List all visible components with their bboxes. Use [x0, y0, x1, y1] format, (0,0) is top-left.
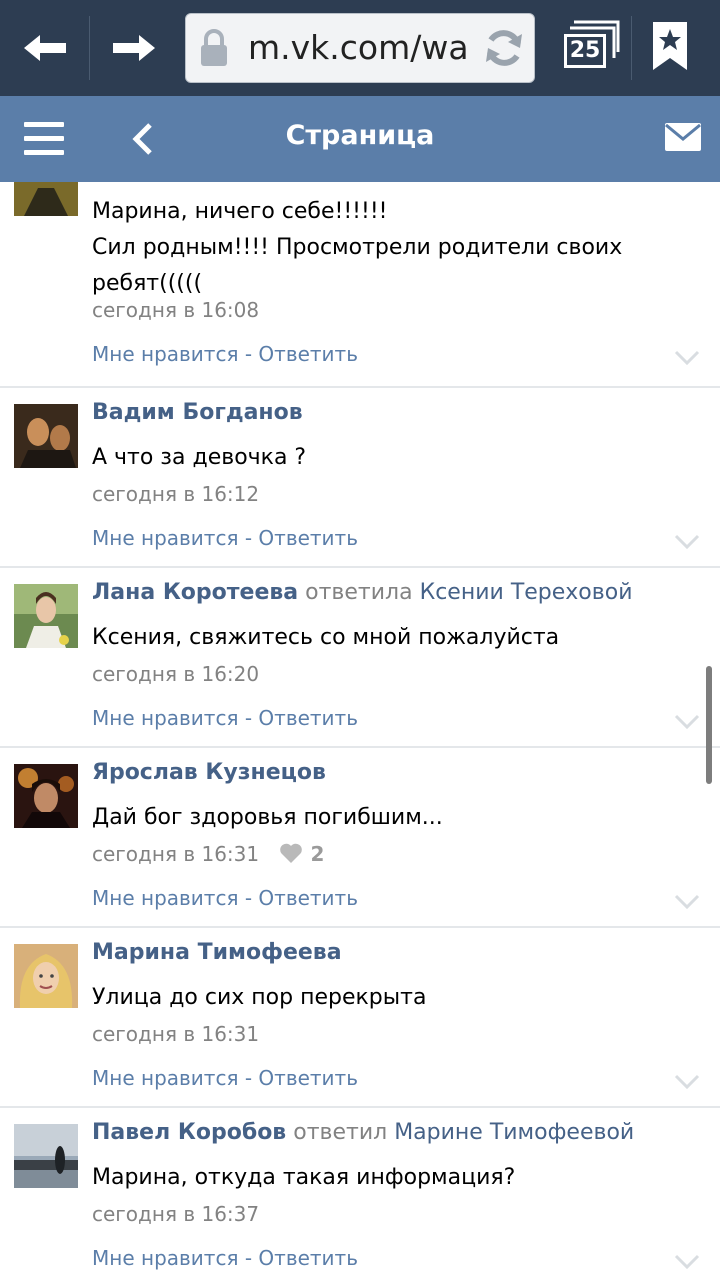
comment-author-line: Павел Коробов ответил Марине Тимофеевой — [92, 1120, 634, 1145]
refresh-icon[interactable] — [482, 26, 526, 70]
comment-text: Дай бог здоровья погибшим... — [92, 805, 443, 830]
avatar[interactable] — [14, 944, 78, 1008]
author-link[interactable]: Павел Коробов — [92, 1120, 286, 1145]
comment-text: А что за девочка ? — [92, 445, 307, 470]
comment-text: Марина, откуда такая информация? — [92, 1165, 516, 1190]
comment-time: сегодня в 16:12 — [92, 482, 260, 506]
author-link[interactable]: Ярослав Кузнецов — [92, 760, 326, 785]
comment-time: сегодня в 16:20 — [92, 662, 260, 686]
avatar[interactable] — [14, 584, 78, 648]
reply-word: ответила — [305, 580, 413, 605]
like-link[interactable]: Мне нравится — [92, 706, 238, 730]
chevron-down-icon[interactable] — [674, 350, 700, 366]
comment-text: Улица до сих пор перекрыта — [92, 985, 427, 1010]
comment-actions: Мне нравится - Ответить — [92, 706, 358, 730]
url-text: m.vk.com/wa — [248, 28, 469, 67]
like-link[interactable]: Мне нравится — [92, 1246, 238, 1270]
scrollbar[interactable] — [706, 666, 712, 784]
comment-author-line: Ярослав Кузнецов — [92, 760, 326, 785]
comments-list: Марина, ничего себе!!!!!! Сил родным!!!!… — [0, 182, 720, 1280]
likes-counter[interactable]: 2 — [279, 842, 324, 866]
like-link[interactable]: Мне нравится — [92, 1066, 238, 1090]
browser-forward-button[interactable] — [104, 18, 164, 78]
comment-item: Лана Коротеева ответила Ксении Тереховой… — [0, 568, 720, 748]
action-separator: - — [238, 1066, 259, 1090]
browser-toolbar: m.vk.com/wa 25 — [0, 0, 720, 97]
action-separator: - — [238, 342, 259, 366]
comment-time: сегодня в 16:37 — [92, 1202, 260, 1226]
likes-count: 2 — [310, 842, 325, 866]
avatar[interactable] — [14, 764, 78, 828]
address-bar[interactable]: m.vk.com/wa — [185, 13, 535, 83]
chevron-down-icon[interactable] — [674, 1074, 700, 1090]
author-link[interactable]: Вадим Богданов — [92, 400, 303, 425]
toolbar-divider — [89, 16, 90, 80]
chevron-down-icon[interactable] — [674, 1254, 700, 1270]
bookmark-button[interactable] — [650, 20, 702, 76]
reply-target-link[interactable]: Ксении Тереховой — [420, 580, 633, 605]
comment-author-line: Вадим Богданов — [92, 400, 303, 425]
action-separator: - — [238, 706, 259, 730]
reply-link[interactable]: Ответить — [258, 1246, 358, 1270]
toolbar-divider — [631, 16, 632, 80]
envelope-icon — [665, 123, 701, 151]
comment-actions: Мне нравится - Ответить — [92, 526, 358, 550]
like-link[interactable]: Мне нравится — [92, 526, 238, 550]
action-separator: - — [238, 886, 259, 910]
arrow-right-icon — [113, 35, 155, 61]
comment-time-text: сегодня в 16:31 — [92, 842, 260, 866]
action-separator: - — [238, 1246, 259, 1270]
comment-time: сегодня в 16:31 — [92, 1022, 260, 1046]
comment-item: Марина Тимофеева Улица до сих пор перекр… — [0, 928, 720, 1108]
comment-text-line: Марина, ничего себе!!!!!! Сил родным!!!!… — [92, 199, 623, 296]
reply-word: ответил — [293, 1120, 388, 1145]
reply-link[interactable]: Ответить — [258, 1066, 358, 1090]
avatar[interactable] — [14, 182, 78, 216]
author-link[interactable]: Марина Тимофеева — [92, 940, 342, 965]
page-title: Страница — [285, 120, 435, 151]
comment-actions: Мне нравится - Ответить — [92, 1246, 358, 1270]
lock-icon — [201, 29, 227, 66]
chevron-down-icon[interactable] — [674, 534, 700, 550]
reply-link[interactable]: Ответить — [258, 706, 358, 730]
comment-author-line: Марина Тимофеева — [92, 940, 342, 965]
reply-link[interactable]: Ответить — [258, 526, 358, 550]
reply-target-link[interactable]: Марине Тимофеевой — [394, 1120, 634, 1145]
comment-item: Павел Коробов ответил Марине Тимофеевой … — [0, 1108, 720, 1280]
mail-button[interactable] — [664, 122, 702, 152]
bookmark-star-icon — [653, 22, 687, 70]
action-separator: - — [238, 526, 259, 550]
browser-back-button[interactable] — [15, 18, 75, 78]
comment-item: Марина, ничего себе!!!!!! Сил родным!!!!… — [0, 182, 720, 388]
comment-actions: Мне нравится - Ответить — [92, 1066, 358, 1090]
comment-item: Ярослав Кузнецов Дай бог здоровья погибш… — [0, 748, 720, 928]
comment-text: Ксения, свяжитесь со мной пожалуйста — [92, 625, 560, 650]
comment-actions: Мне нравится - Ответить — [92, 342, 358, 366]
comment-text: Марина, ничего себе!!!!!! Сил родным!!!!… — [92, 194, 692, 302]
author-link[interactable]: Лана Коротеева — [92, 580, 298, 605]
comment-actions: Мне нравится - Ответить — [92, 886, 358, 910]
avatar[interactable] — [14, 1124, 78, 1188]
reply-link[interactable]: Ответить — [258, 886, 358, 910]
reply-link[interactable]: Ответить — [258, 342, 358, 366]
comment-time: сегодня в 16:08 — [92, 298, 260, 322]
comment-author-line: Лана Коротеева ответила Ксении Тереховой — [92, 580, 633, 605]
like-link[interactable]: Мне нравится — [92, 886, 238, 910]
vk-header: Страница — [0, 96, 720, 182]
avatar[interactable] — [14, 404, 78, 468]
chevron-down-icon[interactable] — [674, 714, 700, 730]
comment-item: Вадим Богданов А что за девочка ? сегодн… — [0, 388, 720, 568]
tabs-count: 25 — [564, 34, 606, 68]
like-link[interactable]: Мне нравится — [92, 342, 238, 366]
tabs-button[interactable]: 25 — [556, 20, 620, 76]
comment-time: сегодня в 16:31 2 — [92, 842, 324, 866]
chevron-down-icon[interactable] — [674, 894, 700, 910]
heart-icon — [280, 843, 303, 863]
arrow-left-icon — [24, 35, 66, 61]
